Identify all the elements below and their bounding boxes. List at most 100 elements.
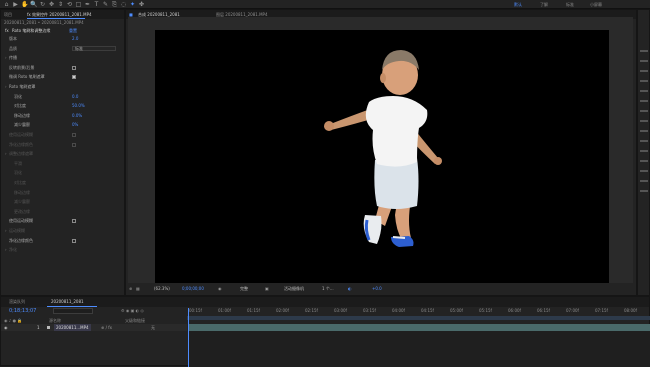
effect-prop-row[interactable]: 品质 标准 — [4, 45, 127, 52]
right-panel-item[interactable] — [640, 190, 648, 192]
zoom-dropdown[interactable]: (62.3%) — [154, 284, 170, 293]
effect-prop-row[interactable]: 移动边缘 0.0% — [4, 112, 127, 119]
effect-prop-row[interactable]: 更改边缘 — [4, 208, 127, 215]
expand-triangle-icon[interactable]: › — [5, 54, 7, 61]
dolly-icon[interactable]: ⇕ — [57, 1, 64, 8]
effect-prop-row[interactable]: 对比度 50.0% — [4, 102, 127, 109]
right-panel-item[interactable] — [640, 90, 648, 92]
rect-mask-icon[interactable]: □ — [75, 1, 82, 8]
right-panel-item[interactable] — [640, 120, 648, 122]
workspace-1[interactable]: 了解 — [540, 2, 548, 8]
camera-icon[interactable]: ◉ — [218, 284, 222, 293]
effect-prop-row[interactable]: 版本 2.0 — [4, 35, 127, 42]
effect-prop-value[interactable]: 0% — [72, 121, 78, 128]
effect-prop-row[interactable]: › 传播 — [4, 54, 127, 61]
work-area-bar[interactable] — [187, 316, 650, 320]
channel-icon[interactable]: ◐ — [348, 284, 352, 293]
effect-prop-checkbox[interactable] — [72, 219, 76, 224]
home-icon[interactable]: ⌂ — [3, 1, 10, 8]
selection-icon[interactable]: ▶ — [12, 1, 19, 8]
effect-prop-value[interactable]: 2.0 — [72, 35, 78, 42]
effect-prop-row[interactable]: 平滑 — [4, 160, 127, 167]
effect-prop-value[interactable]: 0.0 — [72, 93, 78, 100]
effect-prop-row[interactable]: › 运动模糊 — [4, 227, 127, 234]
right-panel-item[interactable] — [640, 170, 648, 172]
effect-prop-row[interactable]: 移动边缘 — [4, 189, 127, 196]
layer-switches[interactable]: ⊕ / fx — [101, 324, 112, 331]
expand-triangle-icon[interactable]: › — [5, 246, 7, 253]
layer-parent[interactable]: 无 — [151, 324, 155, 331]
effect-prop-row[interactable]: 反转前景/后景 — [4, 64, 127, 71]
right-panel-item[interactable] — [640, 130, 648, 132]
quality-dropdown[interactable]: 标准 — [72, 45, 116, 51]
puppet-icon[interactable]: ✤ — [138, 1, 145, 8]
right-panel-item[interactable] — [640, 60, 648, 62]
region-icon[interactable]: ▣ — [265, 284, 269, 293]
expand-triangle-icon[interactable]: › — [5, 83, 7, 90]
effect-prop-row[interactable]: › Roto 笔刷遮罩 — [4, 83, 127, 90]
camera-dropdown[interactable]: 活动摄像机 — [284, 284, 304, 293]
effect-prop-value[interactable]: 0.0% — [72, 112, 82, 119]
effect-prop-checkbox[interactable] — [72, 75, 76, 80]
effect-prop-row[interactable]: 净化边缘颜色 — [4, 237, 127, 244]
effect-header[interactable]: fx Roto 笔刷和调整边缘 重置 — [3, 27, 123, 34]
grid-icon[interactable]: ▦ — [136, 284, 140, 293]
clone-icon[interactable]: ⎘ — [111, 1, 118, 8]
tab-render-queue[interactable]: 渲染队列 — [9, 299, 25, 305]
effect-prop-row[interactable]: 羽化 0.0 — [4, 93, 127, 100]
exposure-value[interactable]: +0.0 — [372, 284, 382, 293]
effect-prop-row[interactable]: 使用运动模糊 — [4, 131, 127, 138]
type-icon[interactable]: T — [93, 1, 100, 8]
right-panel-item[interactable] — [640, 160, 648, 162]
workspace-3[interactable]: 小屏幕 — [590, 2, 602, 8]
expand-triangle-icon[interactable]: › — [5, 150, 7, 157]
composition-canvas[interactable] — [155, 30, 609, 283]
eye-icon[interactable]: ◉ — [4, 324, 8, 331]
right-panel-item[interactable] — [640, 100, 648, 102]
resolution-dropdown[interactable]: 完整 — [240, 284, 248, 293]
effect-prop-value[interactable]: 50.0% — [72, 102, 85, 109]
effect-prop-row[interactable]: 减少震颤 0% — [4, 121, 127, 128]
workspace-2[interactable]: 标准 — [566, 2, 574, 8]
effect-prop-checkbox[interactable] — [72, 142, 76, 147]
zoom-icon[interactable]: 🔍 — [30, 1, 37, 8]
magnify-icon[interactable]: ⊕ — [129, 284, 132, 293]
layer-row[interactable]: ◉ 1 20200811...MP4 ⊕ / fx 无 — [1, 324, 187, 331]
roto-brush-icon[interactable]: ✦ — [129, 1, 136, 8]
effect-prop-checkbox[interactable] — [72, 238, 76, 243]
workspace-0[interactable]: 默认 — [514, 2, 522, 8]
pan-icon[interactable]: ✥ — [48, 1, 55, 8]
layer-name[interactable]: 20200811...MP4 — [54, 324, 91, 331]
right-panel-item[interactable] — [640, 50, 648, 52]
right-panel-item[interactable] — [640, 150, 648, 152]
brush-icon[interactable]: ✎ — [102, 1, 109, 8]
effect-prop-checkbox[interactable] — [72, 133, 76, 137]
effect-prop-row[interactable]: 净化边缘颜色 — [4, 141, 127, 148]
effect-prop-row[interactable]: › 净化 — [4, 246, 127, 253]
effect-prop-row[interactable]: 微调 Roto 笔刷遮罩 — [4, 73, 127, 80]
hand-icon[interactable]: ✋ — [21, 1, 28, 8]
right-panel-item[interactable] — [640, 180, 648, 182]
effect-prop-row[interactable]: 对比度 — [4, 179, 127, 186]
effect-prop-row[interactable]: 使用运动模糊 — [4, 217, 127, 224]
effect-prop-checkbox[interactable] — [72, 65, 76, 70]
layer-color-label[interactable] — [47, 326, 50, 329]
rotate-icon[interactable]: ⟲ — [66, 1, 73, 8]
tab-project[interactable]: 项目 — [4, 12, 12, 18]
right-panel-item[interactable] — [640, 80, 648, 82]
effect-prop-row[interactable]: 羽化 — [4, 169, 127, 176]
right-panel-item[interactable] — [640, 140, 648, 142]
layer-search-input[interactable] — [53, 308, 93, 314]
timeline-switches[interactable]: ⚙ ◉ ▣ ◐ ◎ — [121, 308, 144, 313]
right-panel-item[interactable] — [640, 110, 648, 112]
effect-prop-row[interactable]: › 调整边缘遮罩 — [4, 150, 127, 157]
reset-button[interactable]: 重置 — [69, 27, 77, 34]
timeline-ruler[interactable]: 00:15f 01:00f 01:15f 02:00f 02:15f 03:00f 03:1… — [187, 308, 650, 316]
expand-triangle-icon[interactable]: › — [5, 227, 7, 234]
right-panel-item[interactable] — [640, 70, 648, 72]
views-dropdown[interactable]: 1 个... — [322, 284, 334, 293]
tab-timeline-comp[interactable]: 20200811_2081 — [51, 299, 84, 304]
orbit-icon[interactable]: ↻ — [39, 1, 46, 8]
layer-duration-bar[interactable] — [189, 324, 650, 331]
timeline-timecode[interactable]: 0;18;13;07 — [9, 308, 36, 314]
